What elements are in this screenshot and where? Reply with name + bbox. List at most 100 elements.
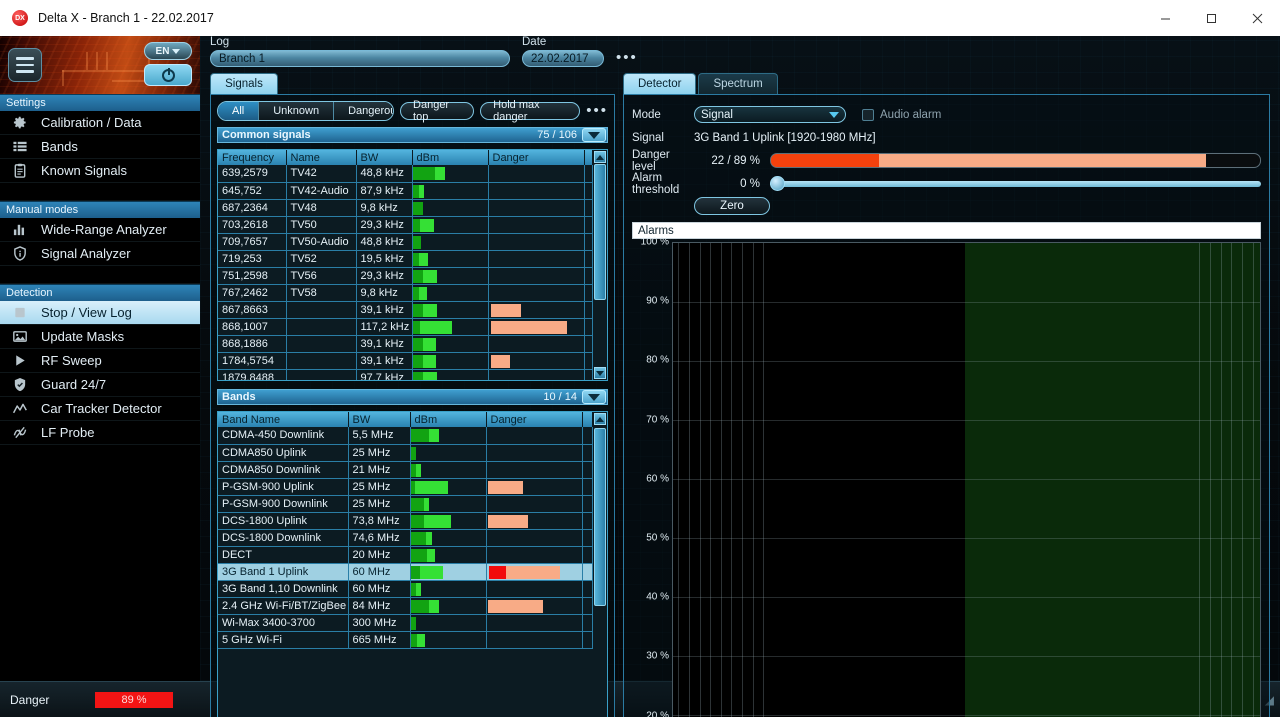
trend-line-icon — [10, 400, 30, 418]
tab-signals[interactable]: Signals — [210, 73, 278, 94]
sidebar-item-known-signals[interactable]: Known Signals — [0, 159, 200, 183]
table-row[interactable]: 867,8663 39,1 kHz — [218, 301, 593, 319]
table-row[interactable]: 3G Band 1,10 Downlink 60 MHz — [218, 580, 593, 598]
minimize-button[interactable] — [1142, 0, 1188, 36]
sidebar-item-wide-range-analyzer[interactable]: Wide-Range Analyzer — [0, 218, 200, 242]
bands-header-band-name[interactable]: Band Name — [218, 412, 349, 427]
cell-bw: 60 MHz — [348, 563, 411, 581]
topbar-more-button[interactable]: ••• — [616, 49, 638, 67]
power-button[interactable] — [144, 64, 192, 86]
table-row[interactable]: Wi-Max 3400-3700 300 MHz — [218, 614, 593, 632]
cell-dbm — [410, 461, 487, 479]
table-row[interactable]: CDMA-450 Downlink 5,5 MHz — [218, 427, 593, 445]
bands-header-danger[interactable]: Danger — [486, 412, 583, 427]
scrollbar-thumb[interactable] — [594, 428, 606, 606]
bands-scrollbar[interactable] — [593, 412, 607, 717]
table-row[interactable]: 868,1886 39,1 kHz — [218, 335, 593, 353]
table-row[interactable]: 751,2598 TV56 29,3 kHz — [218, 267, 593, 285]
bands-header-dbm[interactable]: dBm — [410, 412, 487, 427]
signals-panel: Signals AllUnknownDangerous Danger top H… — [210, 73, 615, 717]
sidebar-item-label: Update Masks — [41, 329, 125, 344]
sidebar-item-update-masks[interactable]: Update Masks — [0, 325, 200, 349]
table-row[interactable]: P-GSM-900 Uplink 25 MHz — [218, 478, 593, 496]
detector-tabstrip: Detector Spectrum — [623, 73, 1270, 94]
common-signals-collapse-button[interactable] — [582, 128, 606, 142]
hold-max-danger-button[interactable]: Hold max danger — [480, 99, 581, 123]
tab-detector[interactable]: Detector — [623, 73, 697, 94]
sidebar-item-car-tracker-detector[interactable]: Car Tracker Detector — [0, 397, 200, 421]
table-row[interactable]: 703,2618 TV50 29,3 kHz — [218, 216, 593, 234]
cell-dbm — [410, 529, 487, 547]
table-row[interactable]: CDMA850 Downlink 21 MHz — [218, 461, 593, 479]
sidebar-item-rf-sweep[interactable]: RF Sweep — [0, 349, 200, 373]
table-row[interactable]: DCS-1800 Uplink 73,8 MHz — [218, 512, 593, 530]
signals-header-danger[interactable]: Danger — [488, 150, 585, 165]
cell-name: TV48 — [286, 199, 357, 217]
cell-dbm — [412, 233, 489, 251]
language-selector[interactable]: EN — [144, 42, 192, 60]
maximize-button[interactable] — [1188, 0, 1234, 36]
signals-header-frequency[interactable]: Frequency — [218, 150, 287, 165]
cell-extra — [584, 369, 593, 380]
table-row[interactable]: 3G Band 1 Uplink 60 MHz — [218, 563, 593, 581]
filter-all[interactable]: All — [218, 102, 260, 120]
table-row[interactable]: 5 GHz Wi-Fi 665 MHz — [218, 631, 593, 649]
sidebar-item-bands[interactable]: Bands — [0, 135, 200, 159]
common-signals-scrollbar[interactable] — [593, 150, 607, 380]
table-row[interactable]: 639,2579 TV42 48,8 kHz — [218, 165, 593, 183]
signals-header-bw[interactable]: BW — [356, 150, 413, 165]
signals-header-dbm[interactable]: dBm — [412, 150, 489, 165]
y-tick-label: 20 % — [646, 710, 669, 717]
danger-top-button[interactable]: Danger top — [400, 99, 475, 123]
table-row[interactable]: 719,253 TV52 19,5 kHz — [218, 250, 593, 268]
table-row[interactable]: DCS-1800 Downlink 74,6 MHz — [218, 529, 593, 547]
mode-dropdown[interactable]: Signal — [694, 106, 846, 123]
common-signals-header[interactable]: Common signals 75 / 106 — [217, 127, 608, 143]
chart-gridline-v — [763, 243, 765, 717]
close-button[interactable] — [1234, 0, 1280, 36]
scroll-down-button[interactable] — [594, 367, 606, 379]
sidebar-item-stop-view-log[interactable]: Stop / View Log — [0, 301, 200, 325]
table-row[interactable]: 687,2364 TV48 9,8 kHz — [218, 199, 593, 217]
sidebar-item-guard-24-7[interactable]: Guard 24/7 — [0, 373, 200, 397]
scrollbar-thumb[interactable] — [594, 164, 606, 300]
date-input[interactable]: 22.02.2017 — [522, 50, 604, 67]
menu-burger-button[interactable] — [8, 48, 42, 82]
table-row[interactable]: 645,752 TV42-Audio 87,9 kHz — [218, 182, 593, 200]
zero-button[interactable]: Zero — [694, 197, 770, 215]
table-row[interactable]: 1879,8488 97,7 kHz — [218, 369, 593, 380]
alarm-threshold-label: Alarm threshold — [632, 171, 680, 196]
cell-band-name: DCS-1800 Uplink — [218, 512, 349, 530]
slider-knob[interactable] — [770, 176, 785, 191]
filter-dangerous[interactable]: Dangerous — [334, 102, 394, 120]
table-row[interactable]: 1784,5754 39,1 kHz — [218, 352, 593, 370]
table-row[interactable]: 2.4 GHz Wi-Fi/BT/ZigBee 84 MHz — [218, 597, 593, 615]
bands-header-extra[interactable] — [582, 412, 593, 427]
signals-header-name[interactable]: Name — [286, 150, 357, 165]
sidebar-item-lf-probe[interactable]: LF Probe — [0, 421, 200, 445]
signals-header-extra[interactable] — [584, 150, 593, 165]
chart-gridline-h — [673, 479, 1260, 480]
alarm-threshold-slider[interactable] — [770, 176, 1261, 191]
table-row[interactable]: DECT 20 MHz — [218, 546, 593, 564]
bands-collapse-button[interactable] — [582, 390, 606, 404]
bands-header-bw[interactable]: BW — [348, 412, 411, 427]
audio-alarm-checkbox[interactable] — [862, 108, 874, 121]
tab-spectrum[interactable]: Spectrum — [698, 73, 778, 94]
sidebar-item-calibration-data[interactable]: Calibration / Data — [0, 111, 200, 135]
table-row[interactable]: 709,7657 TV50-Audio 48,8 kHz — [218, 233, 593, 251]
cell-bw: 87,9 kHz — [356, 182, 413, 200]
bands-header[interactable]: Bands 10 / 14 — [217, 389, 608, 405]
table-row[interactable]: CDMA850 Uplink 25 MHz — [218, 444, 593, 462]
table-row[interactable]: 767,2462 TV58 9,8 kHz — [218, 284, 593, 302]
filters-more-button[interactable]: ••• — [586, 102, 608, 120]
scroll-up-button[interactable] — [594, 413, 606, 425]
log-input[interactable]: Branch 1 — [210, 50, 510, 67]
cell-band-name: DECT — [218, 546, 349, 564]
scroll-up-button[interactable] — [594, 151, 606, 163]
table-row[interactable]: 868,1007 117,2 kHz — [218, 318, 593, 336]
filter-unknown[interactable]: Unknown — [259, 102, 335, 120]
cell-extra — [582, 512, 593, 530]
table-row[interactable]: P-GSM-900 Downlink 25 MHz — [218, 495, 593, 513]
sidebar-item-signal-analyzer[interactable]: Signal Analyzer — [0, 242, 200, 266]
